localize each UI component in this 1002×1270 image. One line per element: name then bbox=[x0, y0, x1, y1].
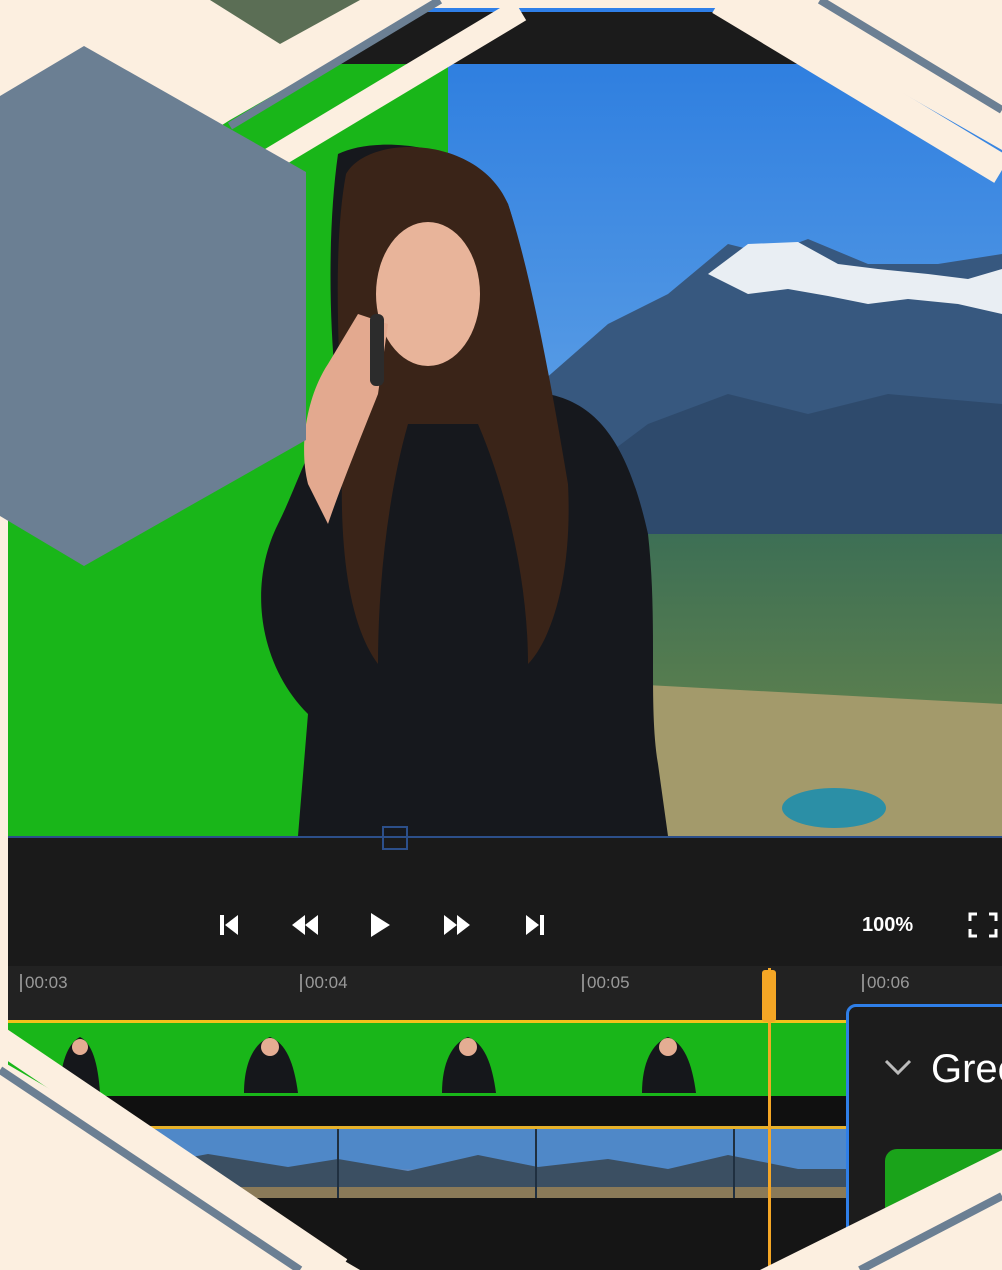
ruler-tick: 00:06 bbox=[862, 974, 910, 992]
ruler-tick: 00:05 bbox=[582, 974, 630, 992]
skip-to-end-button[interactable] bbox=[518, 908, 552, 942]
ruler-tick: 00:03 bbox=[20, 974, 68, 992]
skip-back-icon bbox=[220, 915, 238, 935]
preview-frame-image bbox=[8, 64, 1002, 836]
ruler-tick: 00:04 bbox=[300, 974, 348, 992]
effects-panel: Gree bbox=[846, 1004, 1002, 1270]
panel-title[interactable]: Gree bbox=[931, 1047, 1002, 1092]
fullscreen-icon[interactable] bbox=[968, 912, 998, 938]
rewind-icon bbox=[292, 915, 318, 935]
playhead-handle[interactable] bbox=[762, 970, 776, 1022]
play-icon bbox=[371, 913, 390, 937]
green-color-swatch[interactable] bbox=[885, 1149, 1002, 1219]
skip-forward-icon bbox=[526, 915, 544, 935]
rewind-button[interactable] bbox=[288, 908, 322, 942]
chevron-down-icon[interactable] bbox=[883, 1057, 913, 1081]
timeline-marker-icon[interactable] bbox=[382, 826, 408, 850]
zoom-level[interactable]: 100% bbox=[862, 914, 913, 937]
playback-control-bar: 100% bbox=[8, 826, 1002, 968]
video-editor-window: 100% 00:03 00:04 00:05 00:06 Gre bbox=[8, 8, 1002, 1270]
fast-forward-button[interactable] bbox=[440, 908, 474, 942]
video-preview[interactable] bbox=[8, 64, 1002, 836]
fast-forward-icon bbox=[444, 915, 470, 935]
skip-to-start-button[interactable] bbox=[212, 908, 246, 942]
play-button[interactable] bbox=[363, 908, 397, 942]
editor-top-bar bbox=[8, 8, 1002, 64]
